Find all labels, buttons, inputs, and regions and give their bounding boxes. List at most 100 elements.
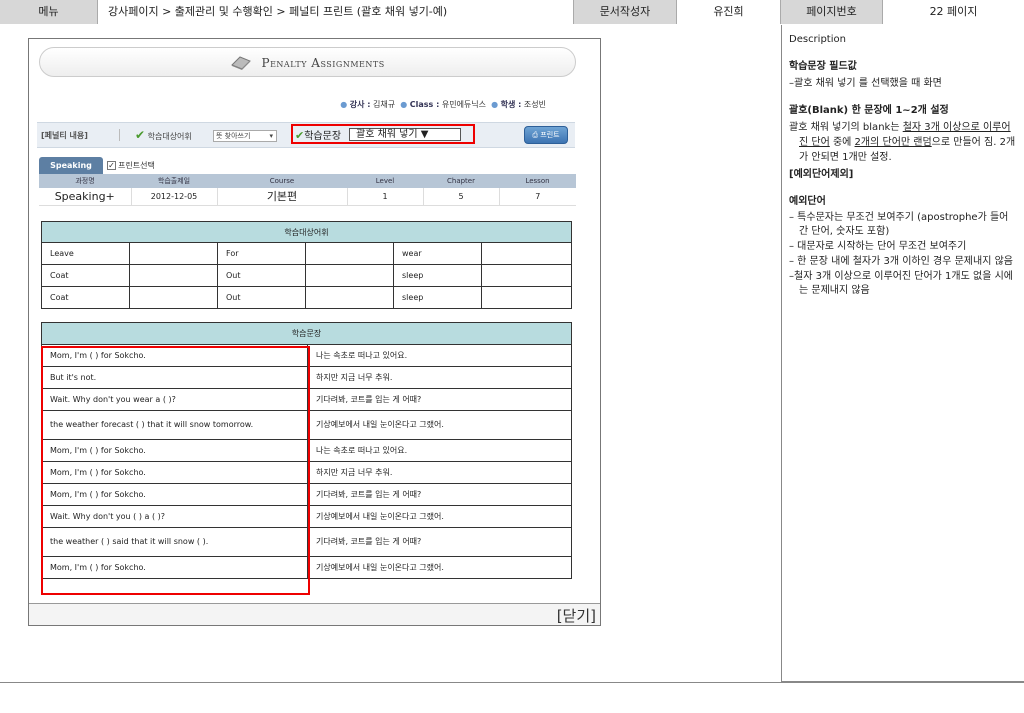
vocab-answer — [481, 286, 572, 309]
english-sentence: the weather forecast ( ) that it will sn… — [41, 410, 308, 440]
book-icon — [231, 56, 252, 70]
checkbox-icon: ✓ — [107, 161, 116, 170]
frame-footer: [닫기] — [29, 603, 600, 625]
vocab-answer — [129, 286, 218, 309]
teacher-value: 김채규 — [373, 100, 396, 109]
sentence-table-title: 학습문장 — [41, 322, 572, 345]
column-header: 학습출제일 — [131, 174, 217, 188]
sentence-type-select[interactable]: 괄호 채워 넣기 ▼ — [349, 128, 461, 141]
section-note: [예외단어제외] — [789, 169, 854, 180]
vocab-type-select[interactable]: 뜻 찾아쓰기 ▾ — [213, 130, 277, 142]
vocab-word: Out — [217, 264, 306, 287]
table-row: But it's not. 하지만 지금 너무 추워. — [41, 366, 572, 389]
sentence-label: 학습문장 — [304, 131, 342, 142]
korean-sentence: 기상예보에서 내일 눈이온다고 그랬어. — [307, 410, 572, 440]
screen-frame: Penalty Assignments ● 강사 : 김채규 ● Class :… — [28, 38, 601, 626]
assign-date: 2012-12-05 — [131, 188, 218, 206]
vocab-word: Coat — [41, 286, 130, 309]
column-header: Lesson — [499, 174, 576, 188]
description-title: Description — [789, 34, 846, 45]
underlined-text: 2개의 단어만 랜덤 — [854, 137, 932, 148]
tab-speaking[interactable]: Speaking — [39, 157, 103, 174]
section-title: 예외단어 — [789, 196, 826, 207]
english-sentence: Mom, I'm ( ) for Sokcho. — [41, 483, 308, 506]
bullet-item: – 한 문장 내에 철자가 3개 이하인 경우 문제내지 않음 — [789, 256, 1013, 267]
section-title: 괄호(Blank) 한 문장에 1~2개 설정 — [789, 105, 949, 116]
level: 1 — [347, 188, 424, 206]
table-row: Coat Out sleep — [41, 264, 572, 287]
vocab-word: sleep — [393, 286, 482, 309]
korean-sentence: 하지만 지금 너무 추워. — [307, 461, 572, 484]
column-header: Chapter — [423, 174, 499, 188]
vocab-answer — [305, 286, 394, 309]
close-button[interactable]: [닫기] — [557, 605, 596, 626]
separator — [119, 129, 120, 141]
print-select-label: 프린트선택 — [118, 161, 155, 170]
check-icon: ✔ — [135, 128, 146, 142]
chevron-down-icon: ▾ — [269, 132, 273, 140]
page-number-label: 페이지번호 — [781, 0, 883, 24]
text-fragment: 중에 — [829, 137, 855, 148]
column-header: 과정명 — [39, 174, 131, 188]
english-sentence: the weather ( ) said that it will snow (… — [41, 527, 308, 557]
class-info: ● 강사 : 김채규 ● Class : 유민에듀닉스 ● 학생 : 조성빈 — [340, 100, 546, 109]
page-number-value: 22 페이지 — [883, 0, 1024, 24]
class-label: Class : — [409, 100, 440, 109]
print-select-checkbox[interactable]: ✓ 프린트선택 — [107, 160, 155, 171]
sentence-table: 학습문장 Mom, I'm ( ) for Sokcho. 나는 속초로 떠나고 … — [41, 322, 572, 579]
print-button-label: 프린트 — [540, 131, 560, 139]
vocab-word: For — [217, 242, 306, 265]
vocab-word: Out — [217, 286, 306, 309]
korean-sentence: 기상예보에서 내일 눈이온다고 그랬어. — [307, 556, 572, 579]
vocab-option[interactable]: ✔ 학습대상어휘 — [135, 128, 192, 142]
vocab-answer — [305, 264, 394, 287]
bullet-item: –철자 3개 이상으로 이루어진 단어가 1개도 없을 시에는 문제내지 않음 — [789, 271, 1013, 296]
class-value: 유민에듀닉스 — [441, 100, 487, 109]
english-sentence: But it's not. — [41, 366, 308, 389]
table-row: Coat Out sleep — [41, 286, 572, 309]
table-row: Leave For wear — [41, 242, 572, 265]
korean-sentence: 기다려봐, 코트를 입는 게 어때? — [307, 388, 572, 411]
column-header: Level — [347, 174, 423, 188]
student-label: 학생 : — [500, 100, 522, 109]
vocab-table: 학습대상어휘 Leave For wear Coat Out sleep Coa… — [41, 221, 572, 309]
english-sentence: Wait. Why don't you wear a ( )? — [41, 388, 308, 411]
penalty-filter-bar: [페널티 내용] ✔ 학습대상어휘 뜻 찾아쓰기 ▾ ✔학습문장 괄호 채워 넣… — [37, 122, 575, 148]
table-row: the weather ( ) said that it will snow (… — [41, 527, 572, 557]
table-row: Wait. Why don't you wear a ( )? 기다려봐, 코트를… — [41, 388, 572, 411]
korean-sentence: 기상예보에서 내일 눈이온다고 그랬어. — [307, 505, 572, 528]
section-text: 괄호 채워 넣기의 blank는 철자 3개 이상으로 이루어진 단어 중에 2… — [789, 120, 1017, 165]
vocab-answer — [481, 242, 572, 265]
document-header: 메뉴 강사페이지 > 출제관리 및 수행확인 > 페널티 프린트 (괄호 채워 … — [0, 0, 1024, 24]
vocab-word: sleep — [393, 264, 482, 287]
vocab-table-title: 학습대상어휘 — [41, 221, 572, 243]
printer-icon: ⎙ — [532, 131, 539, 139]
table-row: Speaking+ 2012-12-05 기본편 1 5 7 — [39, 188, 576, 206]
korean-sentence: 하지만 지금 너무 추워. — [307, 366, 572, 389]
course-type: 기본편 — [217, 188, 348, 206]
vocab-answer — [129, 264, 218, 287]
vocab-word: Coat — [41, 264, 130, 287]
lesson: 7 — [499, 188, 576, 206]
table-row: the weather forecast ( ) that it will sn… — [41, 410, 572, 440]
table-row: Wait. Why don't you ( ) a ( )? 기상예보에서 내일 … — [41, 505, 572, 528]
author-label: 문서작성자 — [574, 0, 677, 24]
bottom-rule — [0, 682, 1024, 683]
course-header-row: 과정명 학습출제일 Course Level Chapter Lesson — [39, 174, 576, 188]
course-table: 과정명 학습출제일 Course Level Chapter Lesson Sp… — [39, 174, 576, 206]
vocab-label: 학습대상어휘 — [147, 132, 192, 141]
table-row: Mom, I'm ( ) for Sokcho. 하지만 지금 너무 추워. — [41, 461, 572, 484]
table-row: Mom, I'm ( ) for Sokcho. 나는 속초로 떠나고 있어요. — [41, 439, 572, 462]
sentence-option[interactable]: ✔학습문장 — [295, 127, 341, 142]
teacher-label: 강사 : — [349, 100, 371, 109]
bullet-item: – 특수문자는 무조건 보여주기 (apostrophe가 들어간 단어, 숫자… — [789, 212, 1009, 237]
korean-sentence: 기다려봐, 코트를 입는 게 어때? — [307, 527, 572, 557]
korean-sentence: 나는 속초로 떠나고 있어요. — [307, 439, 572, 462]
breadcrumb: 강사페이지 > 출제관리 및 수행확인 > 페널티 프린트 (괄호 채워 넣기-… — [98, 0, 574, 24]
english-sentence: Mom, I'm ( ) for Sokcho. — [41, 439, 308, 462]
text-fragment: 괄호 채워 넣기의 blank는 — [789, 122, 903, 133]
vocab-answer — [481, 264, 572, 287]
korean-sentence: 기다려봐, 코트를 입는 게 어때? — [307, 483, 572, 506]
print-button[interactable]: ⎙ 프린트 — [524, 126, 568, 144]
section-title: 학습문장 필드값 — [789, 61, 857, 72]
